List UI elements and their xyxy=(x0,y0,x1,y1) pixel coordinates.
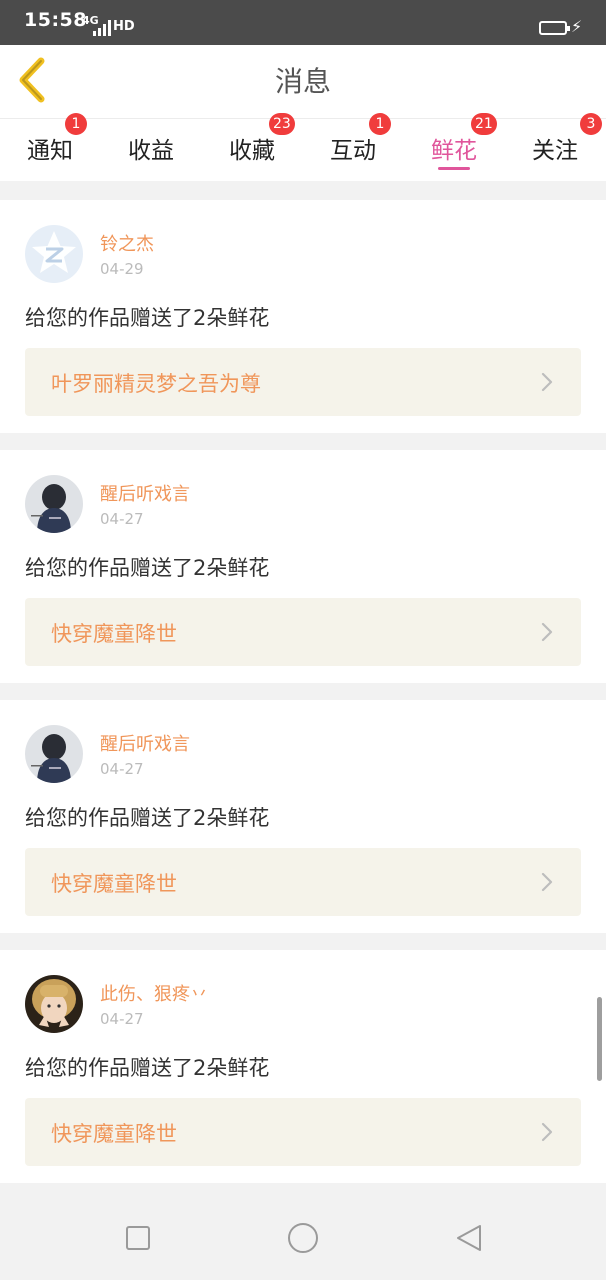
tab-notifications[interactable]: 通知 1 xyxy=(0,113,100,181)
badge-count: 1 xyxy=(65,113,87,135)
message-text: 给您的作品赠送了2朵鲜花 xyxy=(25,306,270,330)
badge-count: 23 xyxy=(269,113,295,135)
message-date: 04-27 xyxy=(100,510,144,528)
message-text: 给您的作品赠送了2朵鲜花 xyxy=(25,556,270,580)
home-button[interactable] xyxy=(286,1221,320,1255)
message-text: 给您的作品赠送了2朵鲜花 xyxy=(25,1056,270,1080)
user-avatar-photo[interactable] xyxy=(25,975,83,1033)
message-date: 04-27 xyxy=(100,1010,144,1028)
tab-label: 收益 xyxy=(128,138,174,164)
tab-label: 互动 xyxy=(330,138,376,164)
message-card: 醒后听戏言 04-27 给您的作品赠送了2朵鲜花 快穿魔童降世 xyxy=(0,700,606,933)
circle-icon xyxy=(288,1223,318,1253)
recents-button[interactable] xyxy=(121,1221,155,1255)
header: 消息 xyxy=(0,45,606,118)
signal-icon xyxy=(93,20,111,36)
username[interactable]: 醒后听戏言 xyxy=(100,730,190,756)
message-date: 04-29 xyxy=(100,260,144,278)
username[interactable]: 铃之杰 xyxy=(100,230,154,256)
message-text: 给您的作品赠送了2朵鲜花 xyxy=(25,806,270,830)
chevron-right-icon xyxy=(541,872,553,892)
username[interactable]: 此伤、狠疼丷 xyxy=(100,980,208,1006)
tab-label: 通知 xyxy=(27,138,73,164)
badge-count: 3 xyxy=(580,113,602,135)
user-avatar-dark[interactable] xyxy=(25,475,83,533)
charging-bolt-icon: ⚡ xyxy=(571,17,583,36)
scrollbar[interactable] xyxy=(597,997,602,1081)
chevron-right-icon xyxy=(541,372,553,392)
username[interactable]: 醒后听戏言 xyxy=(100,480,190,506)
tab-label: 鲜花 xyxy=(431,138,477,164)
status-bar: 15:58 4G HD ⚡ xyxy=(0,0,606,45)
message-date: 04-27 xyxy=(100,760,144,778)
tab-favorites[interactable]: 收藏 23 xyxy=(202,113,302,181)
triangle-back-icon xyxy=(457,1225,481,1251)
battery-icon xyxy=(539,21,570,35)
hd-indicator: HD xyxy=(113,19,135,34)
user-avatar-dark[interactable] xyxy=(25,725,83,783)
tab-interactions[interactable]: 互动 1 xyxy=(303,113,403,181)
tab-bar: 通知 1 收益 收藏 23 互动 1 鲜花 21 关注 3 xyxy=(0,113,606,181)
message-card: 此伤、狠疼丷 04-27 给您的作品赠送了2朵鲜花 快穿魔童降世 xyxy=(0,950,606,1183)
work-link[interactable]: 快穿魔童降世 xyxy=(25,598,581,666)
tab-earnings[interactable]: 收益 xyxy=(101,119,201,181)
work-link[interactable]: 快穿魔童降世 xyxy=(25,848,581,916)
badge-count: 1 xyxy=(369,113,391,135)
work-title: 快穿魔童降世 xyxy=(51,1122,177,1146)
nav-back-button[interactable] xyxy=(452,1221,486,1255)
work-title: 快穿魔童降世 xyxy=(51,872,177,896)
tab-label: 关注 xyxy=(532,138,578,164)
badge-count: 21 xyxy=(471,113,497,135)
message-card: 醒后听戏言 04-27 给您的作品赠送了2朵鲜花 快穿魔童降世 xyxy=(0,450,606,683)
work-link[interactable]: 叶罗丽精灵梦之吾为尊 xyxy=(25,348,581,416)
square-icon xyxy=(126,1226,150,1250)
work-title: 快穿魔童降世 xyxy=(51,622,177,646)
tab-flowers[interactable]: 鲜花 21 xyxy=(404,113,504,181)
default-avatar-icon[interactable] xyxy=(25,225,83,283)
tab-following[interactable]: 关注 3 xyxy=(505,113,605,181)
chevron-right-icon xyxy=(541,1122,553,1142)
message-card: 铃之杰 04-29 给您的作品赠送了2朵鲜花 叶罗丽精灵梦之吾为尊 xyxy=(0,200,606,433)
status-time: 15:58 xyxy=(24,9,87,31)
active-tab-indicator xyxy=(438,167,470,170)
system-nav-bar xyxy=(0,1195,606,1280)
work-link[interactable]: 快穿魔童降世 xyxy=(25,1098,581,1166)
page-title: 消息 xyxy=(274,65,331,98)
work-title: 叶罗丽精灵梦之吾为尊 xyxy=(51,372,261,396)
chevron-right-icon xyxy=(541,622,553,642)
tab-label: 收藏 xyxy=(229,138,275,164)
